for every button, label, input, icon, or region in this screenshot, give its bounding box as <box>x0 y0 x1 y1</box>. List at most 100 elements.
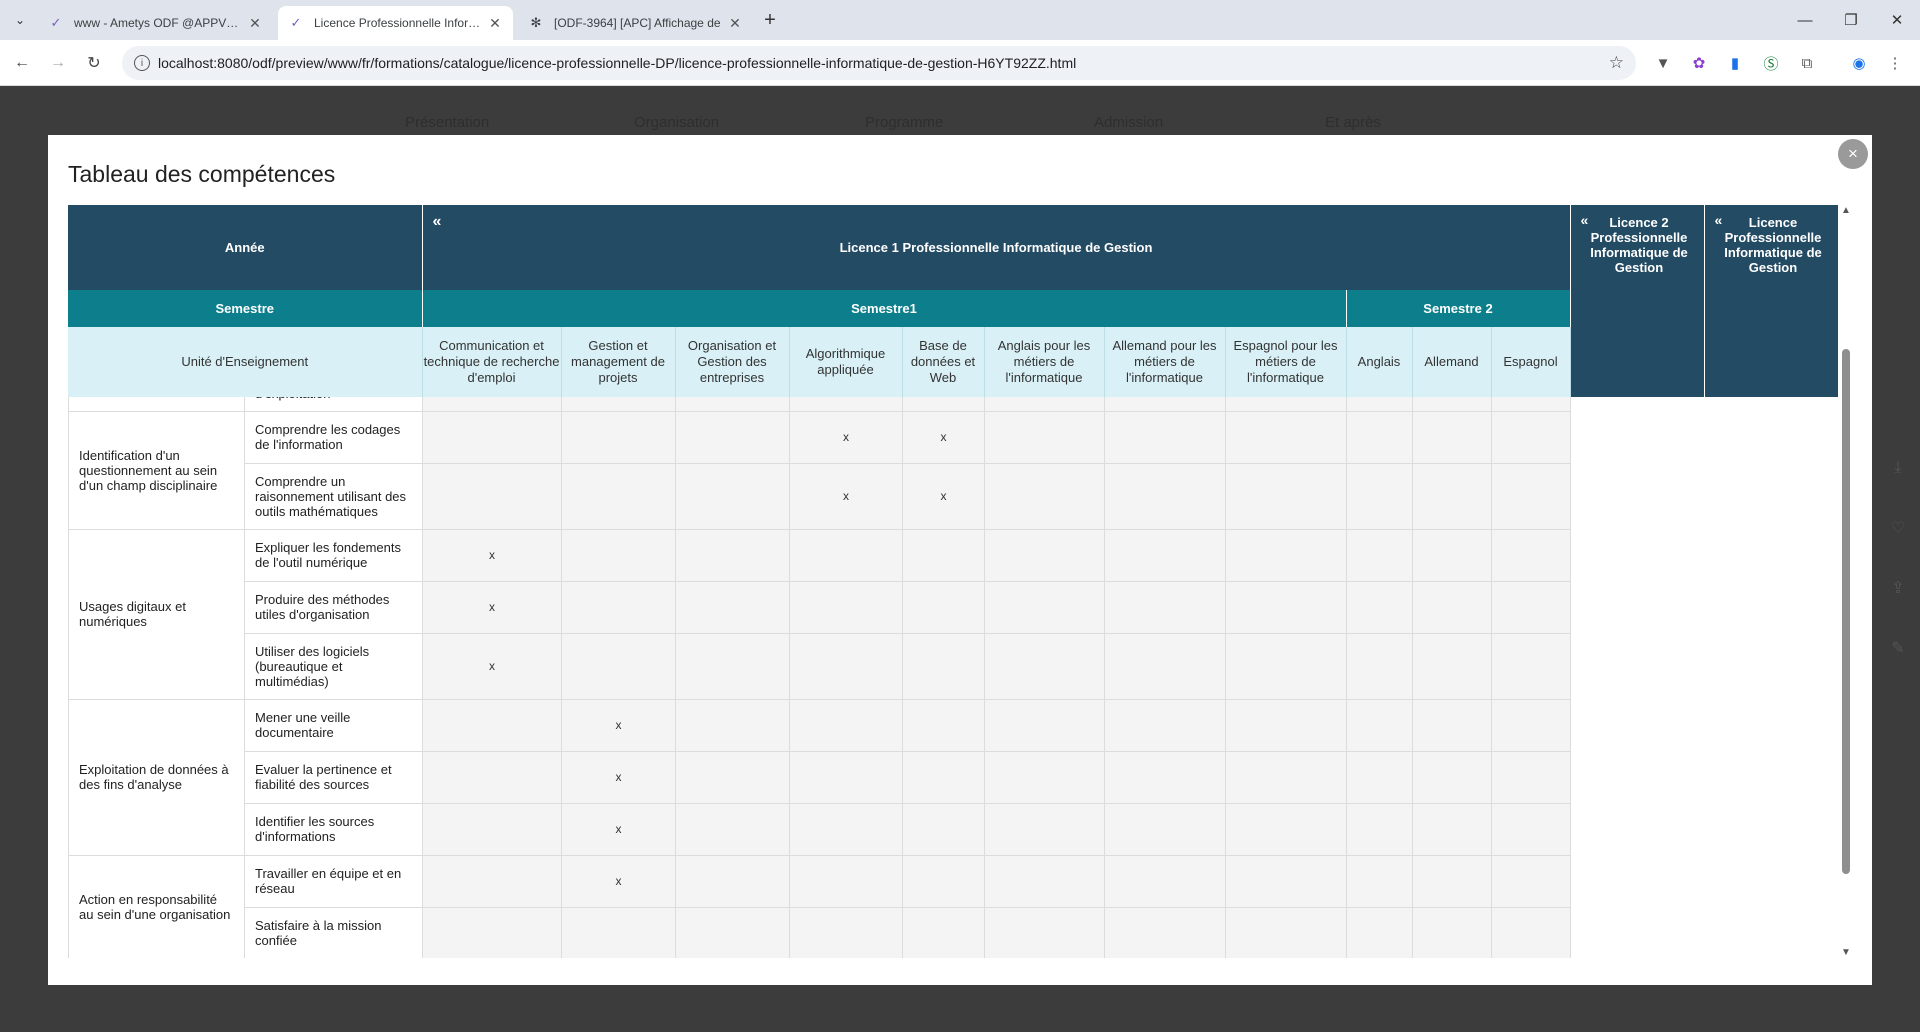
empty-cell <box>1704 699 1839 751</box>
browser-toolbar: ← → ↻ i localhost:8080/odf/preview/www/f… <box>0 40 1920 86</box>
browser-tab-1[interactable]: ✓ www - Ametys ODF @APPVERS ✕ <box>38 6 273 40</box>
mark-cell <box>789 854 903 908</box>
table-scrollbar[interactable]: ▲ ▼ <box>1839 205 1853 958</box>
mark-cell <box>675 632 790 700</box>
table-row: Usages digitaux et numériques Expliquer l… <box>68 528 1839 700</box>
nav-presentation[interactable]: Présentation <box>405 114 489 131</box>
mark-cell <box>789 698 903 752</box>
year-header: Année <box>68 205 423 290</box>
reload-icon[interactable]: ↻ <box>80 49 108 77</box>
site-info-icon[interactable]: i <box>134 55 150 71</box>
url-text: localhost:8080/odf/preview/www/fr/format… <box>158 55 1077 71</box>
menu-kebab-icon[interactable]: ⋮ <box>1884 52 1906 74</box>
empty-cell <box>1704 751 1839 803</box>
mark-cell <box>789 802 903 856</box>
address-bar[interactable]: i localhost:8080/odf/preview/www/fr/form… <box>122 46 1636 80</box>
nav-organisation[interactable]: Organisation <box>634 114 719 131</box>
year-l3-header[interactable]: « Licence Professionnelle Informatique d… <box>1704 205 1839 397</box>
scroll-down-icon[interactable]: ▼ <box>1841 947 1851 958</box>
nav-programme[interactable]: Programme <box>865 114 943 131</box>
group-cell: Identification d'un questionnement au se… <box>68 410 245 530</box>
edit-icon[interactable]: ✎ <box>1888 638 1908 658</box>
mark-cell <box>789 528 903 582</box>
competence-cell: Expliquer les fondements de l'outil numé… <box>244 528 423 582</box>
share-icon[interactable]: ⇪ <box>1888 578 1908 598</box>
tab-title: Licence Professionnelle Informa <box>314 16 481 30</box>
nav-admission[interactable]: Admission <box>1094 114 1163 131</box>
restore-icon[interactable]: ❐ <box>1828 0 1874 40</box>
mark-cell <box>984 580 1105 634</box>
mark-cell <box>561 906 676 958</box>
mark-cell <box>1412 854 1492 908</box>
mark-cell <box>1491 462 1571 530</box>
mark-cell <box>1346 632 1413 700</box>
mark-cell <box>1491 802 1571 856</box>
download-icon[interactable]: ⤓ <box>1888 458 1908 478</box>
competences-table-viewport[interactable]: Année « Licence 1 Professionnelle Inform… <box>68 205 1856 958</box>
ue-column-header: Gestion et management de projets <box>561 327 676 397</box>
table-row: Evaluer la pertinence et fiabilité des s… <box>69 750 1839 804</box>
new-tab-icon[interactable]: + <box>758 8 782 32</box>
mark-cell <box>1104 580 1226 634</box>
mark-cell <box>984 632 1105 700</box>
mark-cell <box>422 462 562 530</box>
empty-cell <box>1570 907 1705 958</box>
mark-cell <box>1104 632 1226 700</box>
expand-chevron-icon[interactable]: « <box>1581 213 1589 228</box>
extension-s-icon[interactable]: Ⓢ <box>1760 52 1782 74</box>
collapse-chevron-icon[interactable]: « <box>433 213 442 231</box>
window-close-icon[interactable]: ✕ <box>1874 0 1920 40</box>
extensions-puzzle-icon[interactable]: ⧉ <box>1796 52 1818 74</box>
mark-cell <box>789 632 903 700</box>
competence-cell: Satisfaire à la mission confiée <box>244 906 423 958</box>
empty-cell <box>1704 411 1839 463</box>
nav-et-apres[interactable]: Et après <box>1325 114 1381 131</box>
mark-cell: x <box>789 410 903 464</box>
browser-tab-2[interactable]: ✓ Licence Professionnelle Informa ✕ <box>278 6 513 40</box>
mark-cell <box>1225 410 1347 464</box>
scroll-thumb[interactable] <box>1842 349 1850 874</box>
semester2-header: Semestre 2 <box>1346 290 1571 327</box>
competence-cell: Comprendre un raisonnement utilisant des… <box>244 462 423 530</box>
mark-cell <box>984 698 1105 752</box>
table-row: Produire des méthodes utiles d'organisat… <box>69 580 1839 634</box>
minimize-icon[interactable]: — <box>1782 0 1828 40</box>
expand-chevron-icon[interactable]: « <box>1715 213 1723 228</box>
mark-cell <box>1412 528 1492 582</box>
modal-close-button[interactable]: × <box>1838 139 1868 169</box>
close-tab-icon[interactable]: ✕ <box>247 15 263 31</box>
close-tab-icon[interactable]: ✕ <box>487 15 503 31</box>
forward-icon[interactable]: → <box>44 49 72 77</box>
extension-doc-icon[interactable]: ▮ <box>1724 52 1746 74</box>
tab-search-icon[interactable]: ⌄ <box>8 8 32 32</box>
mark-cell <box>1412 410 1492 464</box>
mark-cell <box>675 802 790 856</box>
year-l2-header[interactable]: « Licence 2 Professionnelle Informatique… <box>1570 205 1705 397</box>
mark-cell <box>422 750 562 804</box>
table-row: Satisfaire à la mission confiée <box>69 906 1839 958</box>
semester-header: Semestre <box>68 290 423 327</box>
mark-cell <box>1225 632 1347 700</box>
empty-cell <box>1704 803 1839 855</box>
heart-icon[interactable]: ♡ <box>1888 518 1908 538</box>
mark-cell: x <box>902 462 985 530</box>
bookmark-star-icon[interactable]: ☆ <box>1609 53 1624 73</box>
browser-tab-3[interactable]: ✻ [ODF-3964] [APC] Affichage de ✕ <box>518 6 753 40</box>
mark-cell <box>984 750 1105 804</box>
mark-cell <box>1225 462 1347 530</box>
back-icon[interactable]: ← <box>8 49 36 77</box>
mark-cell <box>675 854 790 908</box>
close-tab-icon[interactable]: ✕ <box>727 15 743 31</box>
mark-cell <box>1491 632 1571 700</box>
mark-cell <box>1225 698 1347 752</box>
mark-cell <box>1412 750 1492 804</box>
extension-flower-icon[interactable]: ✿ <box>1688 52 1710 74</box>
competence-cell: Utiliser des logiciels (bureautique et m… <box>244 632 423 700</box>
mark-cell <box>422 802 562 856</box>
year-l3-label: Licence Professionnelle Informatique de … <box>1724 215 1822 275</box>
profile-avatar-icon[interactable]: ◉ <box>1848 52 1870 74</box>
scroll-up-icon[interactable]: ▲ <box>1841 205 1851 216</box>
mark-cell <box>1491 698 1571 752</box>
mark-cell <box>675 580 790 634</box>
extension-v-icon[interactable]: ▼ <box>1652 52 1674 74</box>
